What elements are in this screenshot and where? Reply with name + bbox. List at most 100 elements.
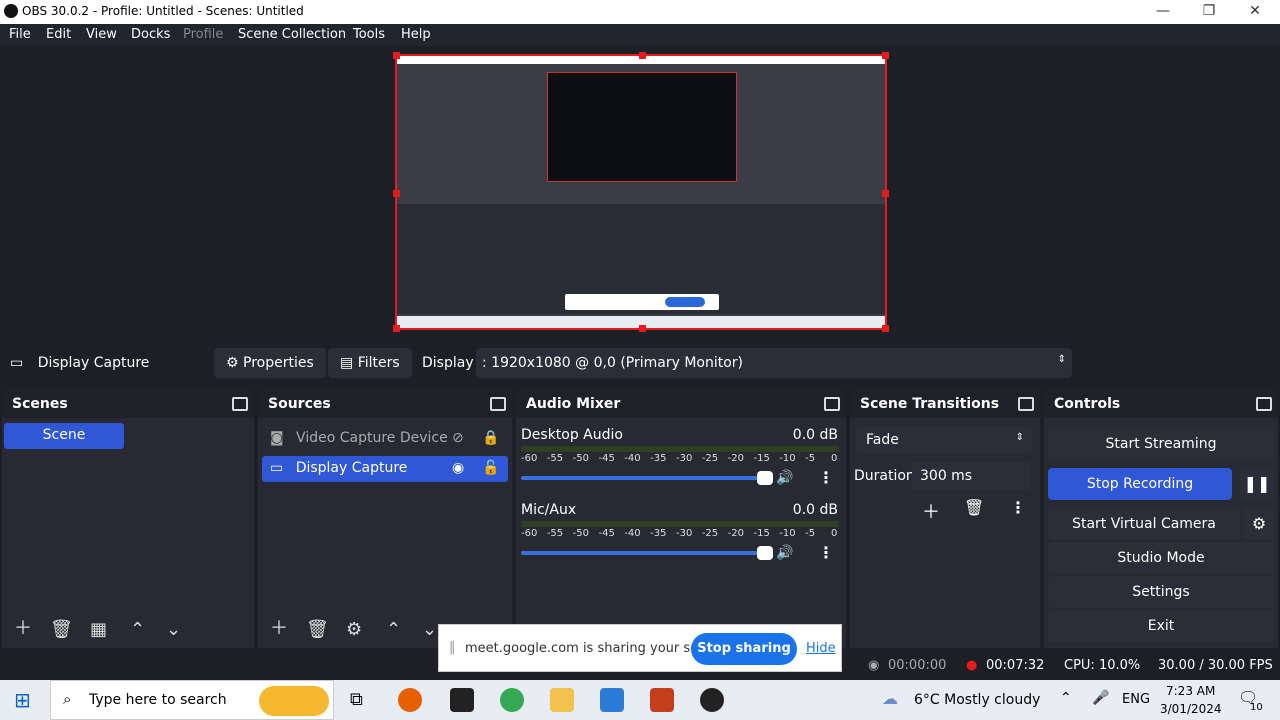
captured-share-notice bbox=[565, 294, 719, 310]
meter-tick-label: 0 bbox=[831, 528, 838, 539]
resize-handle[interactable] bbox=[639, 325, 646, 332]
menu-edit[interactable]: Edit bbox=[46, 27, 71, 42]
speaker-icon[interactable]: 🔊 bbox=[776, 470, 793, 486]
move-down-button[interactable]: ⌄ bbox=[166, 619, 181, 640]
filters-label: Filters bbox=[357, 355, 400, 371]
scene-item[interactable]: Scene bbox=[4, 423, 124, 449]
firefox-icon[interactable] bbox=[398, 688, 422, 712]
source-properties-button[interactable]: ⚙ bbox=[346, 619, 362, 640]
meter-tick-label: -50 bbox=[572, 528, 589, 539]
lock-icon[interactable]: 🔓 bbox=[482, 460, 499, 476]
settings-button[interactable]: Settings bbox=[1048, 576, 1274, 608]
controls-dock: Controls Start Streaming Stop Recording … bbox=[1044, 390, 1278, 648]
captured-code-window bbox=[547, 72, 737, 182]
exit-button[interactable]: Exit bbox=[1048, 610, 1274, 642]
meter-ticks: -60 -55 -50 -45 -40 -35 -30 -25 -20 -15 -10 -5 0 bbox=[521, 528, 841, 540]
scene-filters-button[interactable]: ▦ bbox=[90, 619, 107, 640]
language-indicator[interactable]: ENG bbox=[1122, 692, 1150, 707]
add-transition-button[interactable]: ＋ bbox=[922, 498, 940, 524]
pause-icon[interactable]: ❚❚ bbox=[1240, 468, 1274, 500]
resize-handle[interactable] bbox=[882, 190, 889, 197]
menu-scene-collection[interactable]: Scene Collection bbox=[238, 27, 346, 42]
volume-slider[interactable] bbox=[521, 546, 773, 560]
drag-handle-icon[interactable]: ‖ bbox=[449, 640, 456, 655]
lock-icon[interactable]: 🔒 bbox=[482, 430, 499, 446]
transition-select[interactable]: Fade ⇕ bbox=[856, 426, 1032, 454]
transition-options-icon[interactable]: ⋮ bbox=[1010, 498, 1026, 517]
close-button[interactable]: ✕ bbox=[1232, 0, 1278, 24]
remove-transition-button[interactable]: 🗑 bbox=[964, 498, 984, 517]
add-scene-button[interactable]: ＋ bbox=[14, 614, 32, 640]
more-options-icon[interactable]: ⋮ bbox=[818, 468, 834, 487]
task-view-icon[interactable]: ⧉ bbox=[350, 689, 363, 710]
resize-handle[interactable] bbox=[639, 52, 646, 59]
menu-file[interactable]: File bbox=[9, 27, 31, 42]
start-virtual-camera-button[interactable]: Start Virtual Camera bbox=[1048, 508, 1240, 540]
meter-tick-label: -45 bbox=[598, 528, 615, 539]
menu-docks[interactable]: Docks bbox=[131, 27, 170, 42]
resize-handle[interactable] bbox=[393, 325, 400, 332]
move-up-button[interactable]: ⌃ bbox=[386, 619, 401, 640]
hide-link[interactable]: Hide bbox=[806, 641, 836, 656]
scenes-title: Scenes bbox=[12, 396, 68, 412]
resize-handle[interactable] bbox=[882, 52, 889, 59]
undock-icon[interactable] bbox=[1018, 397, 1034, 411]
sticky-notes-icon[interactable] bbox=[450, 688, 474, 712]
stop-recording-button[interactable]: Stop Recording bbox=[1048, 468, 1232, 500]
undock-icon[interactable] bbox=[232, 397, 248, 411]
menu-help[interactable]: Help bbox=[401, 27, 431, 42]
windows-start-icon[interactable]: ⊞ bbox=[14, 688, 31, 712]
menu-tools[interactable]: Tools bbox=[353, 27, 385, 42]
volume-slider[interactable] bbox=[521, 471, 773, 485]
restore-button[interactable]: ❐ bbox=[1186, 0, 1232, 24]
studio-mode-button[interactable]: Studio Mode bbox=[1048, 542, 1274, 574]
speaker-icon[interactable]: 🔊 bbox=[776, 545, 793, 561]
display-select[interactable]: : 1920x1080 @ 0,0 (Primary Monitor) ⇕ bbox=[476, 348, 1072, 378]
properties-button[interactable]: ⚙ Properties bbox=[214, 348, 326, 378]
clock-date[interactable]: 3/01/2024 bbox=[1160, 702, 1222, 716]
hidden-eye-icon[interactable]: ⊘ bbox=[452, 430, 464, 446]
filters-button[interactable]: ▤ Filters bbox=[328, 348, 412, 378]
scene-transitions-header: Scene Transitions bbox=[850, 390, 1040, 418]
source-item-video-capture[interactable]: ◙ Video Capture Device ⊘ 🔒 bbox=[262, 426, 508, 452]
resize-handle[interactable] bbox=[882, 325, 889, 332]
remove-scene-button[interactable]: 🗑 bbox=[50, 619, 73, 640]
weather-text[interactable]: 6°C Mostly cloudy bbox=[914, 692, 1040, 708]
gear-icon[interactable]: ⚙ bbox=[1244, 508, 1274, 540]
scenes-header: Scenes bbox=[2, 390, 254, 418]
add-source-button[interactable]: ＋ bbox=[270, 614, 288, 640]
chrome-icon[interactable] bbox=[500, 688, 524, 712]
more-options-icon[interactable]: ⋮ bbox=[818, 543, 834, 562]
meter-tick-label: -45 bbox=[598, 453, 615, 464]
remove-source-button[interactable]: 🗑 bbox=[306, 619, 329, 640]
move-up-button[interactable]: ⌃ bbox=[130, 619, 145, 640]
preview-display-capture[interactable] bbox=[393, 52, 889, 332]
move-down-button[interactable]: ⌄ bbox=[422, 619, 437, 640]
taskbar-search-input[interactable]: ⌕ Type here to search bbox=[50, 680, 334, 720]
source-item-display-capture[interactable]: ▭ Display Capture ◉ 🔓 bbox=[262, 456, 508, 482]
eye-icon[interactable]: ◉ bbox=[452, 460, 464, 476]
chevron-up-icon[interactable]: ⌃ bbox=[1060, 690, 1072, 706]
stop-sharing-button[interactable]: Stop sharing bbox=[691, 633, 797, 665]
resize-handle[interactable] bbox=[393, 52, 400, 59]
vscode-icon[interactable] bbox=[600, 688, 624, 712]
microphone-icon[interactable]: 🎤 bbox=[1092, 690, 1109, 706]
menu-view[interactable]: View bbox=[86, 27, 117, 42]
powerpoint-icon[interactable] bbox=[650, 688, 674, 712]
resize-handle[interactable] bbox=[393, 190, 400, 197]
undock-icon[interactable] bbox=[824, 397, 840, 411]
minimize-button[interactable]: — bbox=[1140, 0, 1186, 24]
start-streaming-button[interactable]: Start Streaming bbox=[1048, 428, 1274, 460]
duration-spinbox[interactable]: 300 ms bbox=[912, 462, 1030, 490]
sources-dock: Sources ◙ Video Capture Device ⊘ 🔒 ▭ Dis… bbox=[258, 390, 512, 648]
channel-name: Desktop Audio bbox=[521, 427, 623, 443]
undock-icon[interactable] bbox=[490, 397, 506, 411]
notification-count: 10 bbox=[1250, 702, 1263, 713]
clock-time[interactable]: 7:23 AM bbox=[1166, 684, 1215, 698]
obs-taskbar-icon[interactable] bbox=[700, 688, 724, 712]
title-bar: OBS 30.0.2 - Profile: Untitled - Scenes:… bbox=[0, 0, 1280, 24]
undock-icon[interactable] bbox=[1256, 397, 1272, 411]
gear-icon: ⚙ bbox=[226, 355, 239, 371]
menu-profile[interactable]: Profile bbox=[183, 27, 223, 42]
file-explorer-icon[interactable] bbox=[550, 688, 574, 712]
